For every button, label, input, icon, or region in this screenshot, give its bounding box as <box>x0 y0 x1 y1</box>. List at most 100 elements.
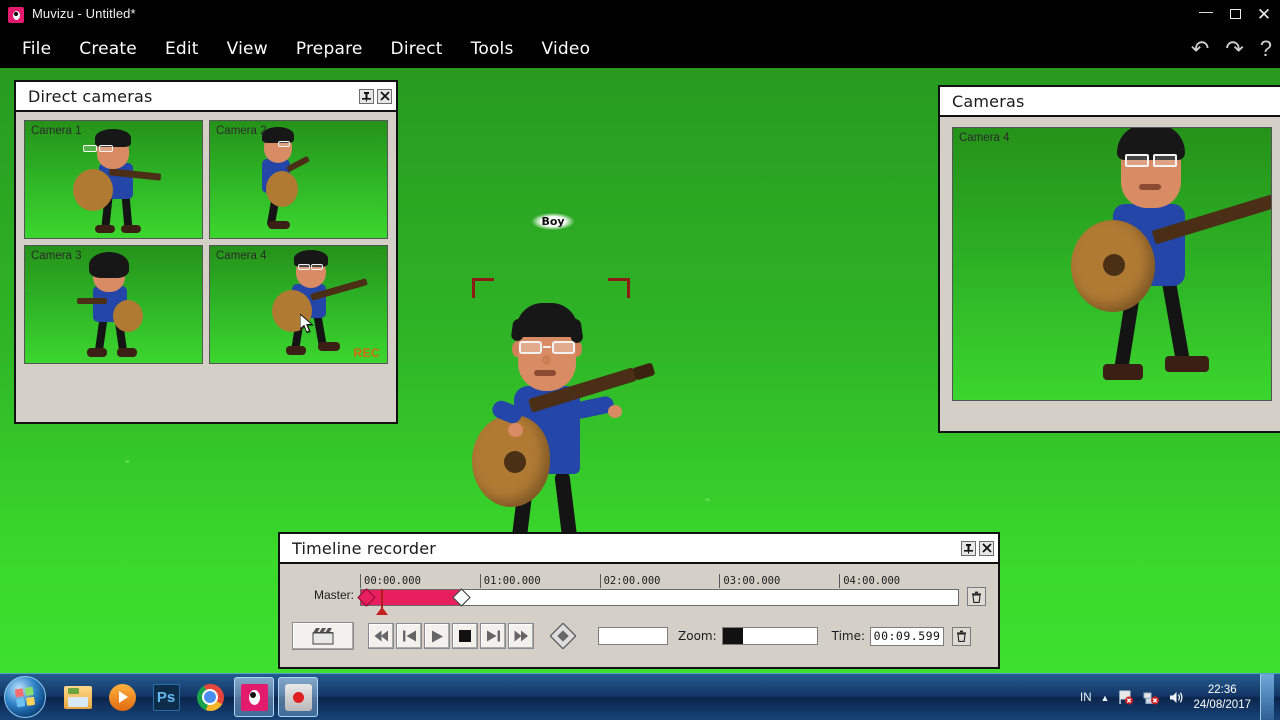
cameras-titlebar: Cameras <box>940 87 1280 117</box>
camera-thumbnail-3[interactable]: Camera 3 <box>24 245 203 364</box>
pin-icon[interactable] <box>961 540 976 556</box>
skip-to-start-button[interactable] <box>368 623 394 649</box>
zoom-slider[interactable] <box>721 627 818 645</box>
taskbar-media-player[interactable] <box>102 677 142 717</box>
zoom-slider-thumb[interactable] <box>722 628 743 644</box>
character-mouth <box>534 370 556 376</box>
start-button[interactable] <box>4 676 46 718</box>
time-label: Time: <box>831 629 866 643</box>
stop-button[interactable] <box>452 623 478 649</box>
delete-track-icon[interactable] <box>967 587 986 606</box>
playhead-marker[interactable] <box>375 589 388 615</box>
restore-button[interactable] <box>1225 4 1245 24</box>
clock-time: 22:36 <box>1207 683 1237 696</box>
taskbar-photoshop[interactable]: Ps <box>146 677 186 717</box>
show-hidden-icons-button[interactable]: ▲ <box>1101 693 1110 703</box>
app-icon <box>8 7 24 23</box>
guitar-headstock <box>632 362 656 381</box>
master-track-label: Master: <box>313 588 354 602</box>
timeline-text-field[interactable] <box>598 627 668 645</box>
cameras-title: Cameras <box>952 91 1025 111</box>
close-icon[interactable] <box>377 88 392 104</box>
transport-buttons <box>368 623 534 649</box>
master-track[interactable] <box>357 588 959 615</box>
menu-prepare[interactable]: Prepare <box>282 37 377 61</box>
video-recorder-icon <box>284 683 312 711</box>
show-desktop-button[interactable] <box>1260 674 1274 720</box>
camera-thumbnail-2[interactable]: Camera 2 <box>209 120 388 239</box>
selection-bracket-top-right <box>608 278 630 298</box>
close-icon[interactable] <box>979 540 994 556</box>
character-glasses <box>518 341 576 354</box>
undo-icon[interactable]: ↶ <box>1191 38 1209 60</box>
menu-edit[interactable]: Edit <box>151 37 213 61</box>
direct-cameras-body: Camera 1 Camera 2 Camera 3 Camera 4 REC <box>16 112 396 372</box>
taskbar-explorer[interactable] <box>58 677 98 717</box>
selection-bracket-top-left <box>472 278 494 298</box>
menu-bar: File Create Edit View Prepare Direct Too… <box>0 30 1280 68</box>
folder-icon <box>64 685 92 709</box>
system-tray: IN ▲ 22:36 24/08/2017 <box>1080 674 1280 720</box>
muvizu-icon <box>240 683 268 711</box>
close-button[interactable]: ✕ <box>1254 4 1274 24</box>
camera-3-label: Camera 3 <box>31 250 82 262</box>
direct-cameras-buttons <box>359 88 392 104</box>
timeline-titlebar: Timeline recorder <box>280 534 998 564</box>
step-back-button[interactable] <box>396 623 422 649</box>
menu-items: File Create Edit View Prepare Direct Too… <box>8 30 604 68</box>
character-hand-right <box>608 405 622 418</box>
timeline-master-row: Master: 00:00.000 01:00.000 02:00.000 03… <box>292 574 986 615</box>
cameras-panel[interactable]: Cameras Camera 4 <box>938 85 1280 433</box>
windows-logo-icon <box>14 686 35 707</box>
recorded-clip-region[interactable] <box>361 590 463 605</box>
menu-video[interactable]: Video <box>528 37 605 61</box>
ruler-tick-3: 03:00.000 <box>719 574 780 588</box>
volume-icon[interactable] <box>1168 690 1184 705</box>
clapperboard-icon[interactable] <box>292 622 354 650</box>
camera-4-label: Camera 4 <box>216 250 267 262</box>
cameras-body: Camera 4 <box>940 117 1280 411</box>
menu-file[interactable]: File <box>8 37 65 61</box>
character-hair <box>516 303 578 337</box>
language-indicator[interactable]: IN <box>1080 692 1092 704</box>
timeline-track-area[interactable]: 00:00.000 01:00.000 02:00.000 03:00.000 … <box>357 574 959 615</box>
step-forward-button[interactable] <box>480 623 506 649</box>
rec-indicator: REC <box>353 346 380 360</box>
redo-icon[interactable]: ↷ <box>1225 38 1243 60</box>
timeline-recorder-panel[interactable]: Timeline recorder Master: 00:00.000 01:0… <box>278 532 1000 669</box>
keyframe-diamond-icon[interactable] <box>548 622 578 650</box>
camera-thumbnail-4[interactable]: Camera 4 REC <box>209 245 388 364</box>
timeline-ruler: 00:00.000 01:00.000 02:00.000 03:00.000 … <box>360 574 959 589</box>
ruler-tick-1: 01:00.000 <box>479 574 541 588</box>
taskbar-items: Ps <box>58 677 318 717</box>
taskbar-chrome[interactable] <box>190 677 230 717</box>
skip-to-end-button[interactable] <box>508 623 534 649</box>
pin-icon[interactable] <box>359 88 374 104</box>
camera-1-label: Camera 1 <box>31 125 82 137</box>
zoom-label: Zoom: <box>678 629 717 643</box>
camera-preview-large[interactable]: Camera 4 <box>952 127 1272 401</box>
minimize-button[interactable]: — <box>1196 4 1216 24</box>
menu-direct[interactable]: Direct <box>377 37 457 61</box>
ruler-tick-0: 00:00.000 <box>360 574 421 588</box>
taskbar-muvizu[interactable] <box>234 677 274 717</box>
menu-view[interactable]: View <box>213 37 282 61</box>
taskbar-video-app[interactable] <box>278 677 318 717</box>
camera-thumbnail-1[interactable]: Camera 1 <box>24 120 203 239</box>
clock-date: 24/08/2017 <box>1193 698 1251 711</box>
delete-keyframe-icon[interactable] <box>952 626 972 646</box>
menu-create[interactable]: Create <box>65 37 151 61</box>
character-nose <box>542 355 551 365</box>
play-button[interactable] <box>424 623 450 649</box>
action-center-flag-icon[interactable] <box>1118 690 1134 705</box>
character-label: Boy <box>531 213 575 230</box>
timeline-body: Master: 00:00.000 01:00.000 02:00.000 03… <box>280 564 998 658</box>
menu-tools[interactable]: Tools <box>457 37 528 61</box>
menu-right-icons: ↶ ↷ ? <box>1191 30 1272 68</box>
help-icon[interactable]: ? <box>1260 38 1272 60</box>
network-icon[interactable] <box>1143 690 1160 705</box>
clock[interactable]: 22:36 24/08/2017 <box>1193 683 1251 713</box>
window-title: Muvizu - Untitled* <box>32 6 136 21</box>
direct-cameras-panel[interactable]: Direct cameras Camera 1 Camera 2 Camera … <box>14 80 398 424</box>
time-value-field[interactable]: 00:09.599 <box>870 626 945 646</box>
